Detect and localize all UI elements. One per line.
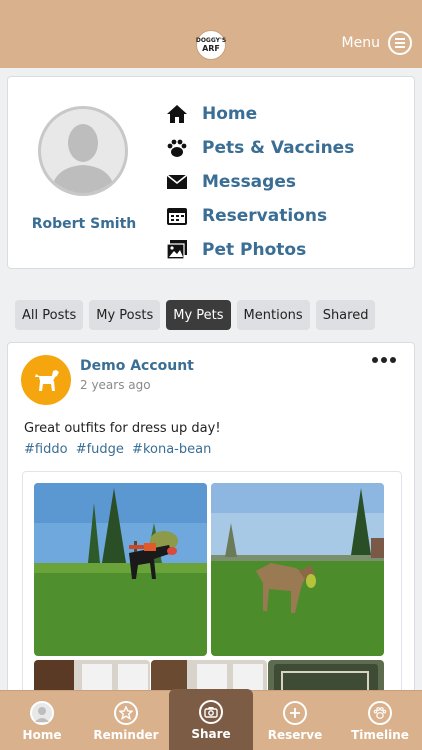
post-photo[interactable]: [34, 483, 207, 656]
tab-all-posts[interactable]: All Posts: [15, 300, 84, 330]
app-logo[interactable]: DOGGY'S ARF: [196, 30, 226, 60]
nav-item-label: Reservations: [202, 206, 328, 226]
user-name[interactable]: Robert Smith: [8, 216, 160, 232]
envelope-icon: [165, 170, 189, 194]
nav-item-label: Pets & Vaccines: [202, 138, 355, 158]
plus-icon: [283, 700, 307, 725]
house-icon: [165, 102, 189, 126]
tab-my-posts[interactable]: My Posts: [89, 300, 161, 330]
hamburger-icon: [388, 31, 412, 55]
nav-item-label: Home: [202, 104, 258, 124]
post-photo[interactable]: [211, 483, 384, 656]
nav-item-label: Messages: [202, 172, 296, 192]
bottom-nav-reminder[interactable]: Reminder: [84, 691, 168, 750]
top-bar: DOGGY'S ARF Menu: [0, 0, 422, 68]
person-silhouette-icon: [51, 124, 115, 193]
photos-icon: [165, 238, 189, 262]
post-timestamp: 2 years ago: [80, 378, 151, 392]
post-author-avatar[interactable]: [21, 355, 71, 405]
menu-label: Menu: [341, 35, 380, 51]
profile-card: Robert Smith Home Pets & Vaccines Messag…: [7, 76, 415, 269]
bottom-nav-label: Reserve: [267, 727, 323, 742]
hashtag-link[interactable]: #fudge: [76, 442, 124, 457]
more-options-icon[interactable]: [372, 357, 396, 363]
post-filter-tabs: All Posts My Posts My Pets Mentions Shar…: [15, 300, 376, 330]
bottom-nav-label: Reminder: [93, 727, 159, 742]
avatar-icon: [30, 700, 54, 725]
hashtag-link[interactable]: #fiddo: [24, 442, 68, 457]
hashtag-link[interactable]: #kona-bean: [132, 442, 211, 457]
nav-item-pet-photos[interactable]: Pet Photos: [165, 233, 354, 267]
dog-icon: [35, 370, 59, 391]
paw-icon: [165, 136, 189, 160]
nav-item-pets-vaccines[interactable]: Pets & Vaccines: [165, 131, 354, 165]
nav-item-home[interactable]: Home: [165, 97, 354, 131]
tab-mentions[interactable]: Mentions: [236, 300, 310, 330]
post-text: Great outfits for dress up day!: [24, 421, 221, 436]
nav-item-reservations[interactable]: Reservations: [165, 199, 354, 233]
nav-item-label: Pet Photos: [202, 240, 307, 260]
post-tags: #fiddo #fudge #kona-bean: [24, 442, 215, 457]
paw-icon: [368, 700, 392, 725]
profile-nav: Home Pets & Vaccines Messages Reservatio…: [165, 97, 354, 267]
calendar-icon: [165, 204, 189, 228]
bottom-nav: Home Reminder Share Reserve Timeline: [0, 689, 422, 750]
post-author-name[interactable]: Demo Account: [80, 358, 194, 374]
camera-icon: [199, 699, 223, 724]
nav-item-messages[interactable]: Messages: [165, 165, 354, 199]
bottom-nav-label: Share: [191, 726, 231, 741]
bottom-nav-timeline[interactable]: Timeline: [338, 691, 422, 750]
star-icon: [114, 700, 138, 725]
bottom-nav-label: Timeline: [351, 727, 409, 742]
bottom-nav-home[interactable]: Home: [0, 691, 84, 750]
profile-avatar[interactable]: [38, 106, 128, 196]
photo-gallery: [22, 471, 402, 701]
bottom-nav-label: Home: [22, 727, 62, 742]
post-card: Demo Account 2 years ago Great outfits f…: [7, 342, 415, 702]
logo-text-bottom: ARF: [202, 43, 220, 53]
tab-shared[interactable]: Shared: [315, 300, 376, 330]
bottom-nav-share[interactable]: Share: [169, 689, 253, 750]
menu-button[interactable]: Menu: [342, 31, 412, 55]
bottom-nav-reserve[interactable]: Reserve: [253, 691, 337, 750]
tab-my-pets[interactable]: My Pets: [166, 300, 231, 330]
